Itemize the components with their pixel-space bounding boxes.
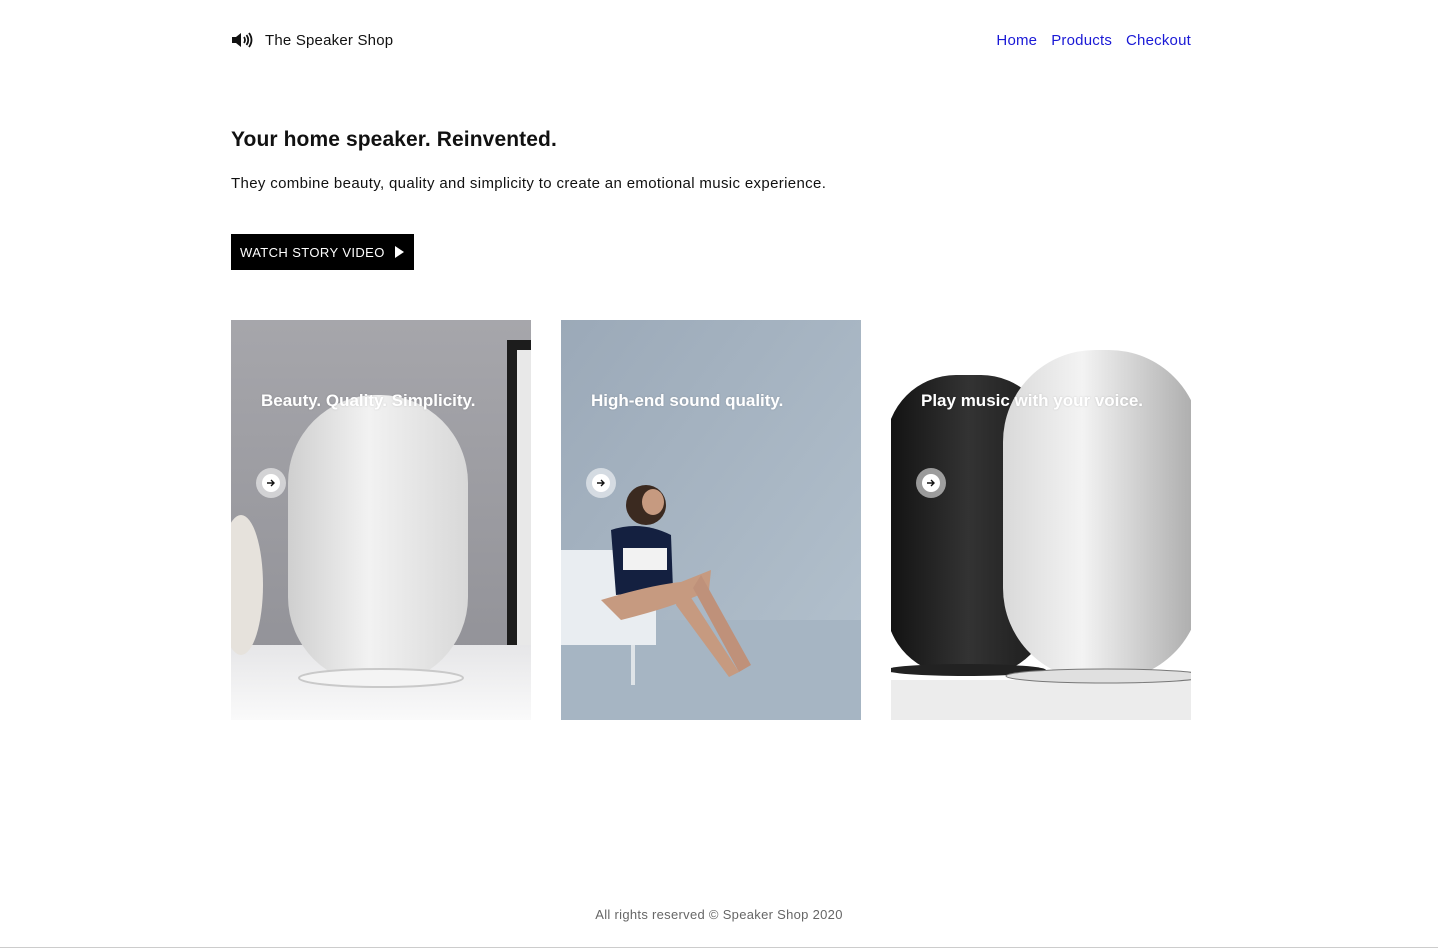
card-image-speaker-pair: [891, 320, 1191, 720]
watch-story-video-button[interactable]: WATCH STORY VIDEO: [231, 234, 414, 270]
main-nav: Home Products Checkout: [996, 32, 1191, 49]
page: The Speaker Shop Home Products Checkout …: [0, 0, 1438, 950]
feature-cards: Beauty. Quality. Simplicity. High-end so…: [231, 320, 1191, 720]
card-arrow-button[interactable]: [916, 468, 946, 498]
play-icon: [394, 246, 404, 258]
speaker-volume-icon: [231, 31, 253, 49]
arrow-right-icon: [922, 474, 940, 492]
arrow-right-icon: [262, 474, 280, 492]
card-image-woman-sitting: [561, 320, 861, 720]
arrow-right-icon: [592, 474, 610, 492]
nav-link-products[interactable]: Products: [1051, 32, 1112, 49]
watch-story-video-label: WATCH STORY VIDEO: [240, 244, 385, 260]
card-title: Play music with your voice.: [921, 391, 1144, 410]
site-header: The Speaker Shop Home Products Checkout: [231, 28, 1191, 52]
footer-divider: [0, 947, 1438, 948]
footer: All rights reserved © Speaker Shop 2020: [0, 907, 1438, 922]
nav-link-checkout[interactable]: Checkout: [1126, 32, 1191, 49]
card-image-white-speaker: [231, 320, 531, 720]
card-title: High-end sound quality.: [591, 391, 784, 410]
nav-link-home[interactable]: Home: [996, 32, 1037, 49]
feature-card-sound[interactable]: High-end sound quality.: [561, 320, 861, 720]
brand-name: The Speaker Shop: [265, 31, 394, 49]
footer-copyright: All rights reserved © Speaker Shop 2020: [595, 907, 843, 922]
hero-subtitle: They combine beauty, quality and simplic…: [231, 175, 827, 192]
hero-title: Your home speaker. Reinvented.: [231, 128, 557, 151]
card-arrow-button[interactable]: [586, 468, 616, 498]
feature-card-voice[interactable]: Play music with your voice.: [891, 320, 1191, 720]
card-arrow-button[interactable]: [256, 468, 286, 498]
card-title: Beauty. Quality. Simplicity.: [261, 391, 476, 410]
feature-card-beauty[interactable]: Beauty. Quality. Simplicity.: [231, 320, 531, 720]
brand[interactable]: The Speaker Shop: [231, 31, 393, 49]
